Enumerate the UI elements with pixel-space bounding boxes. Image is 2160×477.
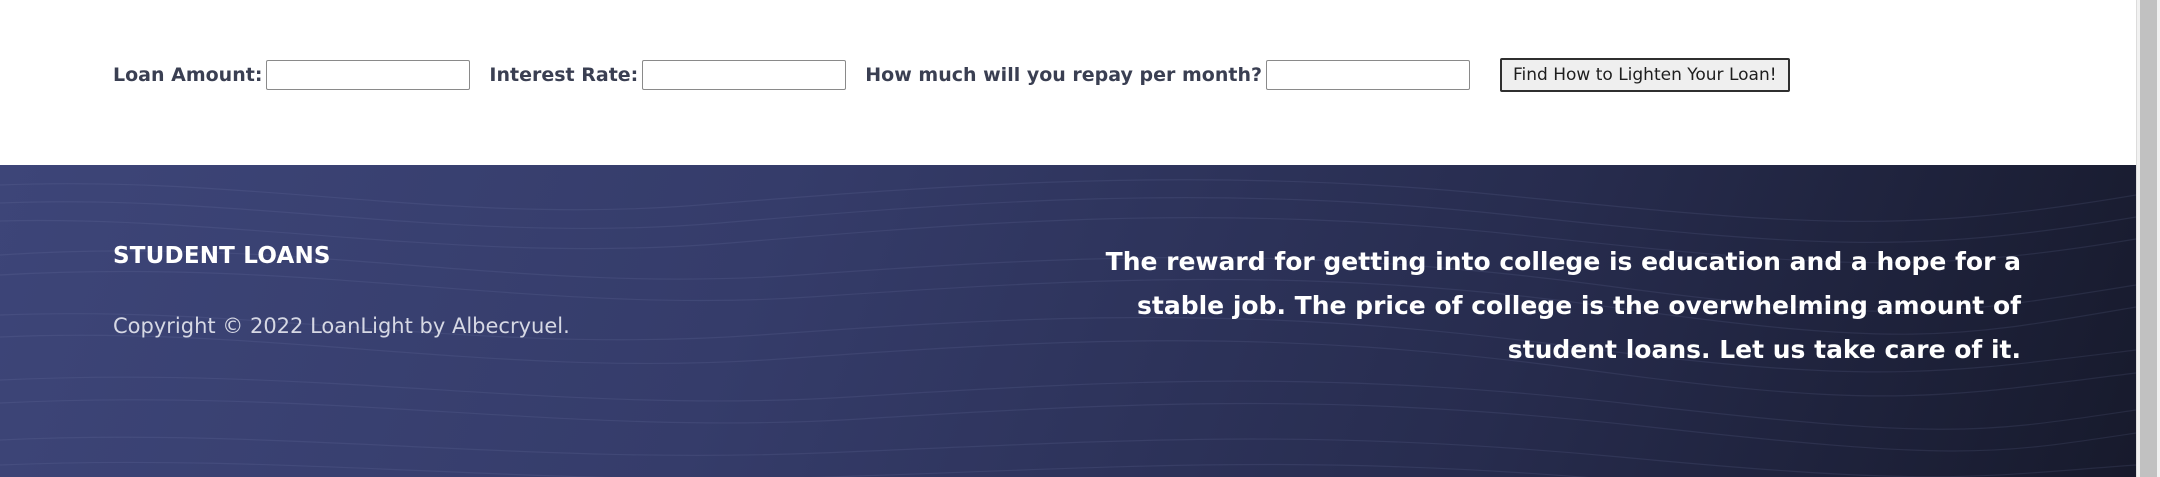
footer-copyright: Copyright © 2022 LoanLight by Albecryuel… bbox=[113, 314, 570, 338]
main-content: Loan Amount: Interest Rate: How much wil… bbox=[0, 0, 2136, 165]
footer-tagline: The reward for getting into college is e… bbox=[1105, 247, 2021, 364]
interest-rate-input[interactable] bbox=[642, 60, 847, 90]
loan-calculator-form: Loan Amount: Interest Rate: How much wil… bbox=[113, 57, 1790, 93]
monthly-repay-label: How much will you repay per month? bbox=[865, 64, 1262, 86]
vertical-scrollbar[interactable] bbox=[2136, 0, 2160, 477]
find-loan-button[interactable]: Find How to Lighten Your Loan! bbox=[1500, 58, 1790, 92]
site-footer: STUDENT LOANS Copyright © 2022 LoanLight… bbox=[0, 165, 2136, 477]
loan-amount-input[interactable] bbox=[266, 60, 471, 90]
monthly-repay-input[interactable] bbox=[1266, 60, 1470, 90]
loan-amount-label: Loan Amount: bbox=[113, 64, 263, 86]
footer-title: STUDENT LOANS bbox=[113, 243, 331, 269]
interest-rate-label: Interest Rate: bbox=[489, 64, 639, 86]
page: Loan Amount: Interest Rate: How much wil… bbox=[0, 0, 2160, 477]
scrollbar-thumb[interactable] bbox=[2140, 0, 2157, 477]
